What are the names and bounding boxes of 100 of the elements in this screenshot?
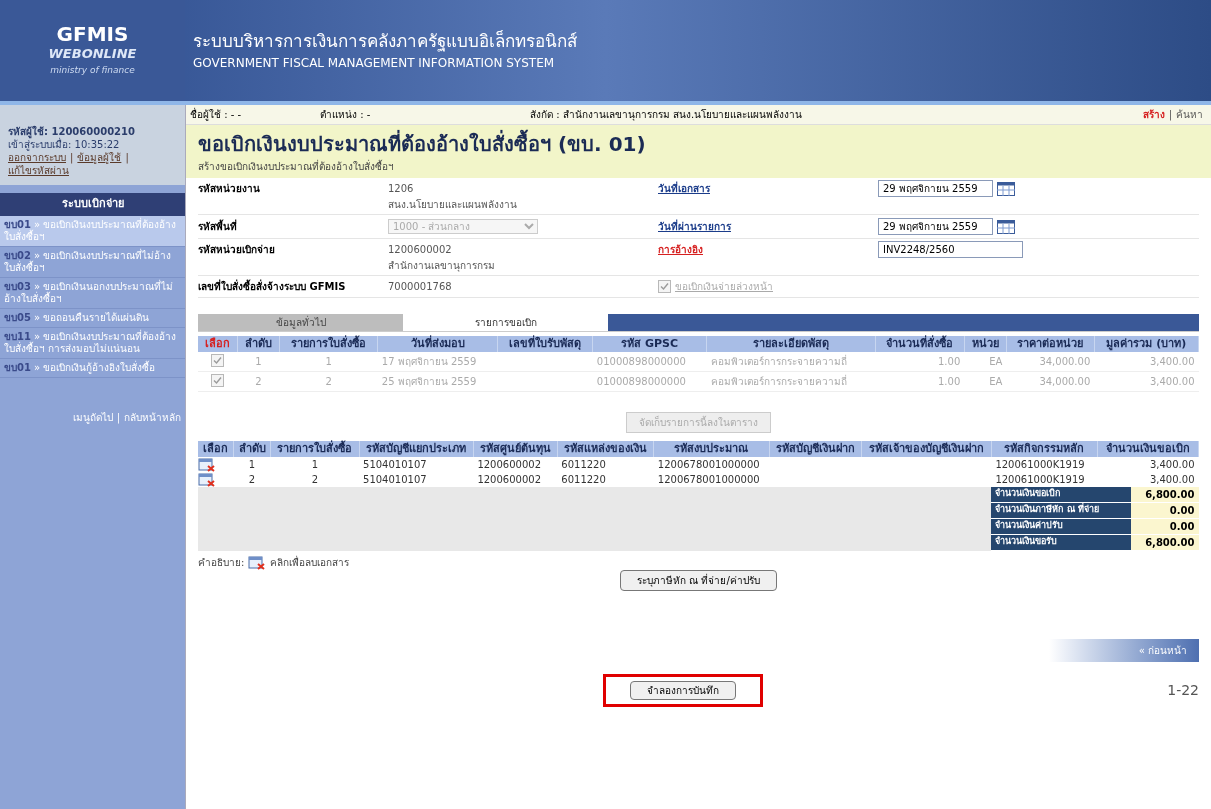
total-value: 0.00 xyxy=(1131,503,1199,519)
separator: | xyxy=(1168,108,1172,122)
total-label: จำนวนเงินภาษีหัก ณ ที่จ่าย xyxy=(991,503,1132,519)
user-id: รหัสผู้ใช้: 120060000210 xyxy=(8,125,136,138)
field-value: 7000001768 xyxy=(388,280,453,294)
field-label: รหัสหน่วยเบิกจ่าย xyxy=(198,243,276,257)
column-header: จำนวนเงินขอเบิก xyxy=(1097,441,1199,457)
user-link[interactable]: แก้ไขรหัสผ่าน xyxy=(8,164,69,177)
field-value: 1200600002 xyxy=(388,243,453,257)
page-title: ขอเบิกเงินงบประมาณที่ต้องอ้างใบสั่งซื้อฯ (ขบ. 01) xyxy=(198,129,1199,159)
table-cell: 34,000.00 xyxy=(1006,352,1095,372)
column-header: รายการใบสั่งซื้อ xyxy=(279,336,378,352)
column-header: ราคาต่อหน่วย xyxy=(1006,336,1095,352)
column-header: รหัสเจ้าของบัญชีเงินฝาก xyxy=(861,441,992,457)
checkbox-label: ขอเบิกเงินจ่ายล่วงหน้า xyxy=(675,280,773,294)
delete-document-icon[interactable] xyxy=(248,555,267,570)
field-value: 1206 xyxy=(388,182,415,196)
delete-document-icon[interactable] xyxy=(198,472,216,487)
table-cell: 120061000K1919 xyxy=(991,472,1098,487)
column-header: มูลค่ารวม (บาท) xyxy=(1094,336,1199,352)
menu-item[interactable]: ขบ02 » ขอเบิกเงินงบประมาณที่ไม่อ้างใบสั่งซื้อฯ xyxy=(0,246,185,278)
field-label: รหัสหน่วยงาน xyxy=(198,182,261,196)
table-cell: คอมพิวเตอร์การกระจายความถี่ xyxy=(706,371,876,392)
column-header: รหัสงบประมาณ xyxy=(653,441,769,457)
column-header: รหัสบัญชีแยกประเภท xyxy=(359,441,474,457)
tax-button[interactable]: ระบุภาษีหัก ณ ที่จ่าย/ค่าปรับ xyxy=(620,570,777,591)
table-cell: 3,400.00 xyxy=(1094,371,1199,392)
table-cell: 1 xyxy=(233,457,271,472)
field-value: สนง.นโยบายและแผนพลังงาน xyxy=(388,198,519,212)
legend-label: คำอธิบาย: xyxy=(198,556,245,570)
field-value: สำนักงานเลขานุการกรม xyxy=(388,259,496,273)
table-cell: 01000898000000 xyxy=(592,371,707,392)
calendar-icon[interactable] xyxy=(997,181,1015,196)
table-cell: 1 xyxy=(270,457,360,472)
table-cell: 1.00 xyxy=(875,352,965,372)
action-link[interactable]: สร้าง xyxy=(1138,107,1169,122)
table-cell: 5104010107 xyxy=(359,472,474,487)
table-cell: 2 xyxy=(279,371,378,392)
menu-item[interactable]: ขบ03 » ขอเบิกเงินนอกงบประมาณที่ไม่อ้างใบสั่งซื้อฯ xyxy=(0,277,185,309)
table-cell: 1200678001000000 xyxy=(653,457,769,472)
user-link[interactable]: ข้อมูลผู้ใช้ xyxy=(77,151,122,164)
menu-item[interactable]: ขบ01 » ขอเบิกเงินงบประมาณที่ต้องอ้างใบสั่งซื้อฯ xyxy=(0,215,185,247)
separator: | xyxy=(125,151,129,164)
calendar-icon[interactable] xyxy=(997,219,1015,234)
table-cell: 5104010107 xyxy=(359,457,474,472)
tab[interactable]: ข้อมูลทั่วไป xyxy=(198,314,403,331)
table-cell: 1 xyxy=(237,352,280,372)
column-header: รหัสกิจกรรมหลัก xyxy=(991,441,1098,457)
column-header: รหัสศูนย์ต้นทุน xyxy=(473,441,558,457)
table-cell: 6011220 xyxy=(557,472,654,487)
table-cell: 1200678001000000 xyxy=(653,472,769,487)
table-cell: 2 xyxy=(233,472,271,487)
total-label: จำนวนเงินค่าปรับ xyxy=(991,519,1132,535)
column-header: ลำดับ xyxy=(237,336,280,352)
field-link[interactable]: วันที่ผ่านรายการ xyxy=(658,219,878,234)
table-cell: 6011220 xyxy=(557,457,654,472)
action-link[interactable]: ค้นหา xyxy=(1172,107,1207,122)
delete-document-icon[interactable] xyxy=(198,457,216,472)
column-header: ลำดับ xyxy=(233,441,271,457)
total-value: 6,800.00 xyxy=(1131,487,1199,503)
user-info: ชื่อผู้ใช้ : - - xyxy=(190,107,243,122)
page-subtitle: สร้างขอเบิกเงินงบประมาณที่ต้องอ้างใบสั่งซื้อฯ xyxy=(198,159,395,174)
table-cell: 1 xyxy=(279,352,378,372)
legend-text: คลิกเพื่อลบเอกสาร xyxy=(270,555,350,570)
reference-field[interactable]: INV2248/2560 xyxy=(878,241,1023,258)
date-field[interactable]: 29 พฤศจิกายน 2559 xyxy=(878,218,993,235)
back-link[interactable]: « ก่อนหน้า xyxy=(1049,639,1199,662)
separator: | xyxy=(116,410,120,425)
column-header: รหัส GPSC xyxy=(592,336,707,352)
user-link[interactable]: ออกจากระบบ xyxy=(8,151,66,164)
table-cell: 1200600002 xyxy=(473,472,558,487)
column-header: เลือก xyxy=(198,441,234,457)
table-cell: 1200600002 xyxy=(473,457,558,472)
total-value: 6,800.00 xyxy=(1131,535,1199,551)
affiliation-info: สังกัด : สำนักงานเลขานุการกรม สนง.นโยบายและแผนพลังงาน xyxy=(530,109,804,120)
column-header: หน่วย xyxy=(964,336,1007,352)
checkbox[interactable] xyxy=(658,280,671,293)
checkbox[interactable] xyxy=(211,354,225,367)
column-header: เลขที่ใบรับพัสดุ xyxy=(497,336,593,352)
table-cell: 34,000.00 xyxy=(1006,371,1095,392)
table-cell: EA xyxy=(964,352,1007,372)
field-link[interactable]: วันที่เอกสาร xyxy=(658,181,878,196)
column-header: รายละเอียดพัสดุ xyxy=(706,336,876,352)
separator: | xyxy=(70,151,74,164)
date-field[interactable]: 29 พฤศจิกายน 2559 xyxy=(878,180,993,197)
total-label: จำนวนเงินขอรับ xyxy=(991,535,1132,551)
checkbox[interactable] xyxy=(211,374,225,387)
total-value: 0.00 xyxy=(1131,519,1199,535)
save-button[interactable]: จำลองการบันทึก xyxy=(629,681,736,700)
total-label: จำนวนเงินขอเบิก xyxy=(991,487,1132,503)
field-link[interactable]: การอ้างอิง xyxy=(658,242,878,257)
menu-item[interactable]: ขบ11 » ขอเบิกเงินงบประมาณที่ต้องอ้างใบสั่งซื้อฯ การส่งมอบไม่แน่นอน xyxy=(0,327,185,359)
table-cell: 01000898000000 xyxy=(592,352,707,372)
table-cell: 120061000K1919 xyxy=(991,457,1098,472)
page-number: 1-22 xyxy=(1167,681,1199,700)
column-header: รายการใบสั่งซื้อ xyxy=(270,441,360,457)
column-header: จำนวนที่สั่งซื้อ xyxy=(875,336,965,352)
table-cell: 17 พฤศจิกายน 2559 xyxy=(377,352,498,372)
table-cell: 25 พฤศจิกายน 2559 xyxy=(377,371,498,392)
column-header: วันที่ส่งมอบ xyxy=(377,336,498,352)
